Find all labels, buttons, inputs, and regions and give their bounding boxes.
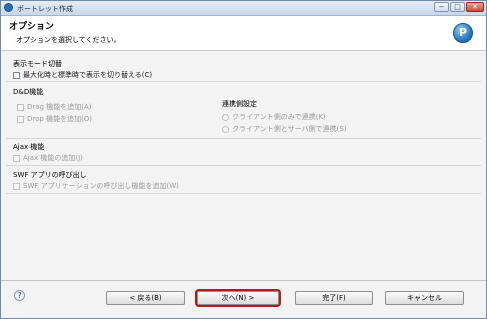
display-mode-heading: 表示モード切替 (13, 60, 62, 68)
dnd-heading: D&D機能 (13, 88, 44, 96)
checkbox-label: Drop 機能を追加(O) (27, 115, 93, 123)
checkbox-box[interactable] (13, 71, 20, 79)
back-button[interactable]: < 戻る(B) (106, 291, 185, 305)
checkbox-label: SWF アプリケーションの呼び出し機能を追加(W) (23, 182, 179, 190)
radio-client-server[interactable]: クライアント側とサーバ側で連携(S) (222, 124, 347, 134)
cancel-button[interactable]: キャンセル (385, 291, 464, 305)
title-bar: ポートレット作成 − □ ✕ (1, 1, 486, 16)
drag-checkbox[interactable]: Drag 機能を追加(A) (17, 102, 91, 112)
swf-checkbox[interactable]: SWF アプリケーションの呼び出し機能を追加(W) (13, 181, 179, 191)
link-settings-heading: 連携側設定 (222, 100, 257, 108)
close-button[interactable]: ✕ (466, 2, 484, 12)
wizard-window: ポートレット作成 − □ ✕ オプション オプションを選択してください。 P 表… (0, 0, 487, 319)
window-title: ポートレット作成 (17, 5, 73, 13)
section-divider (6, 138, 481, 139)
checkbox-label: Drag 機能を追加(A) (27, 103, 92, 111)
radio-client-only[interactable]: クライアント側のみで連携(K) (222, 112, 326, 122)
display-mode-toggle-checkbox[interactable]: 最大化時と標準時で表示を切り替える(C) (13, 70, 152, 80)
ajax-checkbox[interactable]: Ajax 機能の追加(J) (13, 153, 83, 163)
section-divider (6, 81, 481, 82)
checkbox-box[interactable] (13, 154, 20, 162)
section-divider (6, 193, 481, 194)
minimize-button[interactable]: − (434, 2, 449, 12)
next-button[interactable]: 次へ(N) > (195, 289, 281, 307)
maximize-button[interactable]: □ (450, 2, 465, 12)
footer-divider (1, 280, 486, 281)
radio-button[interactable] (222, 113, 229, 121)
checkbox-box[interactable] (17, 103, 24, 111)
radio-button[interactable] (222, 125, 229, 133)
app-icon (4, 3, 13, 12)
portlet-logo-icon: P (453, 23, 473, 43)
swf-heading: SWF アプリの呼び出し (13, 171, 87, 179)
checkbox-label: 最大化時と標準時で表示を切り替える(C) (23, 71, 153, 79)
checkbox-box[interactable] (13, 182, 20, 190)
checkbox-box[interactable] (17, 115, 24, 123)
help-icon[interactable]: ? (14, 290, 25, 301)
wizard-header: オプション オプションを選択してください。 P (1, 16, 486, 51)
drop-checkbox[interactable]: Drop 機能を追加(O) (17, 114, 92, 124)
ajax-heading: Ajax 機能 (13, 143, 45, 151)
checkbox-label: Ajax 機能の追加(J) (23, 154, 83, 162)
radio-label: クライアント側のみで連携(K) (232, 113, 326, 121)
radio-label: クライアント側とサーバ側で連携(S) (232, 125, 347, 133)
page-description: オプションを選択してください。 (16, 36, 121, 44)
finish-button[interactable]: 完了(F) (295, 291, 373, 305)
section-divider (6, 165, 481, 166)
page-title: オプション (9, 22, 55, 32)
